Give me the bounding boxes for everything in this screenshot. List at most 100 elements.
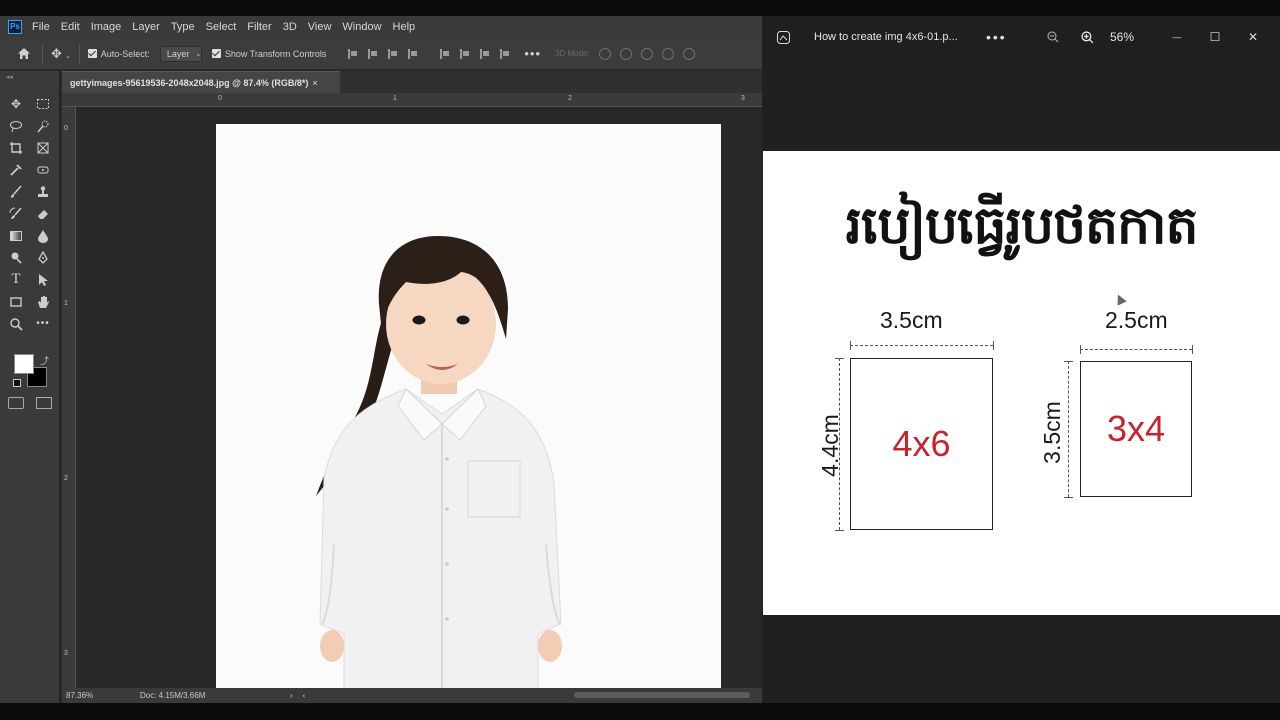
orbit-3d-icon[interactable] [598,47,611,60]
move-tool-icon[interactable]: ✥ [7,95,25,112]
ruler-label: 0 [218,95,222,102]
auto-select-value: Layer [166,48,190,59]
screen-bottom-bar [0,703,1280,720]
eraser-tool-icon[interactable] [34,205,52,222]
move-tool-preset-icon[interactable]: ✥ ⌄ [51,46,71,62]
crop-tool-icon[interactable] [7,139,25,156]
dimension-cap [835,530,844,531]
status-menu-arrow-icon[interactable]: › [290,691,293,700]
menu-edit[interactable]: Edit [61,21,80,33]
dimension-cap [835,358,844,359]
more-options-button[interactable]: ••• [986,29,1026,45]
quick-mask-icon[interactable] [8,397,24,409]
lasso-tool-icon[interactable] [7,117,25,134]
align-middle-icon[interactable] [460,48,470,59]
align-top-icon[interactable] [440,48,450,59]
ruler-label: 0 [64,125,68,132]
scroll-left-icon[interactable]: ‹ [303,691,306,700]
default-colors-icon[interactable] [13,379,21,387]
zoom-level[interactable]: 87.36% [62,691,102,700]
close-icon[interactable]: × [312,78,317,88]
dimension-cap [1080,345,1081,354]
divider [42,43,43,64]
dimension-cap [1192,345,1193,354]
close-button[interactable]: ✕ [1234,30,1272,44]
show-transform-checkbox[interactable]: Show Transform Controls [211,48,327,59]
photos-app-icon [776,30,790,44]
stamp-tool-icon[interactable] [34,183,52,200]
hand-tool-icon[interactable] [34,293,52,310]
menu-type[interactable]: Type [171,21,195,33]
type-tool-icon[interactable]: T [7,271,25,288]
checkbox-icon [211,49,221,58]
photo-frame-3x4: 3x4 [1080,361,1192,497]
menu-help[interactable]: Help [393,21,416,33]
marquee-tool-icon[interactable] [34,95,52,112]
pan-3d-icon[interactable] [640,47,653,60]
more-tools-icon[interactable]: ••• [34,315,52,332]
dimension-cap [850,341,851,350]
path-selection-tool-icon[interactable] [34,271,52,288]
menu-window[interactable]: Window [342,21,381,33]
swap-colors-icon[interactable]: ⤴ [40,354,49,367]
scale-3d-icon[interactable] [682,47,695,60]
width-label-b: 2.5cm [1105,307,1168,333]
3d-mode-label: 3D Mode: [555,49,590,58]
image-title-text: របៀបធ្វើរូបថតកាត [845,196,1198,256]
zoom-tool-icon[interactable] [7,315,25,332]
zoom-out-icon[interactable] [1046,30,1060,44]
minimize-button[interactable]: — [1158,32,1196,42]
home-icon[interactable] [14,44,34,64]
align-left-icon[interactable] [348,48,358,59]
horizontal-scrollbar[interactable] [574,692,750,698]
align-right-icon[interactable] [388,48,398,59]
maximize-button[interactable]: ☐ [1196,30,1234,44]
document-canvas[interactable] [216,124,721,689]
gradient-tool-icon[interactable] [7,227,25,244]
auto-select-dropdown[interactable]: Layer ⌄ [159,45,202,62]
viewer-file-name: How to create img 4x6-01.p... [814,31,958,43]
menu-filter[interactable]: Filter [247,21,271,33]
menu-layer[interactable]: Layer [132,21,160,33]
more-options-button[interactable]: ••• [524,46,541,61]
panel-grip-icon[interactable]: ◂◂ [6,73,13,81]
eyedropper-tool-icon[interactable] [7,161,25,178]
quick-select-tool-icon[interactable] [34,117,52,134]
menu-3d[interactable]: 3D [283,21,297,33]
slide-3d-icon[interactable] [661,47,674,60]
document-tab-title: gettyimages-95619536-2048x2048.jpg @ 87.… [70,77,309,88]
photoshop-window: Ps File Edit Image Layer Type Select Fil… [0,16,762,703]
auto-select-checkbox[interactable]: Auto-Select: [87,49,150,59]
menu-view[interactable]: View [308,21,332,33]
divider [78,43,80,64]
viewer-title-bar: How to create img 4x6-01.p... ••• 56% — … [762,16,1280,58]
checkbox-icon [87,49,97,58]
pen-tool-icon[interactable] [34,249,52,266]
document-tab[interactable]: gettyimages-95619536-2048x2048.jpg @ 87.… [62,71,340,93]
foreground-color-swatch[interactable] [14,354,34,374]
frame-tool-icon[interactable] [34,139,52,156]
roll-3d-icon[interactable] [619,47,632,60]
blur-tool-icon[interactable] [34,227,52,244]
horizontal-ruler: 0 1 2 3 [62,93,762,107]
menu-select[interactable]: Select [206,21,237,33]
dodge-tool-icon[interactable] [7,249,25,266]
height-label-a: 4.4cm [816,414,843,477]
distribute-vertical-icon[interactable] [500,48,510,59]
dimension-cap [993,341,994,350]
align-bottom-icon[interactable] [480,48,490,59]
photoshop-logo-icon: Ps [8,20,22,34]
history-brush-tool-icon[interactable] [7,205,25,222]
zoom-in-icon[interactable] [1080,30,1094,44]
show-transform-label: Show Transform Controls [224,48,327,59]
rectangle-tool-icon[interactable] [7,293,25,310]
brush-tool-icon[interactable] [7,183,25,200]
menu-image[interactable]: Image [91,21,122,33]
align-center-icon[interactable] [368,48,378,59]
healing-brush-tool-icon[interactable] [34,161,52,178]
height-label-b: 3.5cm [1038,401,1065,464]
menu-file[interactable]: File [32,21,50,33]
screen-mode-icon[interactable] [36,397,52,409]
photos-viewer-window: How to create img 4x6-01.p... ••• 56% — … [762,16,1280,703]
distribute-icon[interactable] [408,48,418,59]
